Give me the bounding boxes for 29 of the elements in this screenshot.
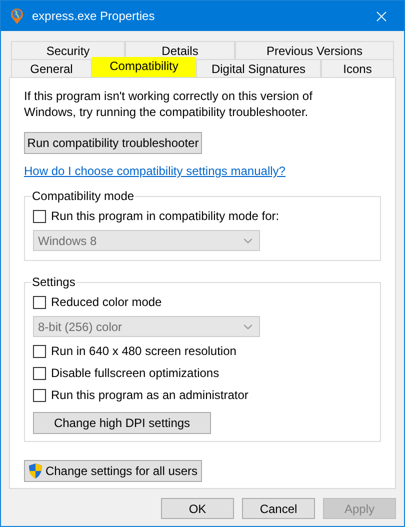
checkbox[interactable] [33,388,46,402]
group-title: Compatibility mode [31,188,136,205]
checkbox[interactable] [33,366,46,380]
tab[interactable]: Digital Signatures [196,59,321,77]
dialog-button[interactable]: Cancel [242,498,315,519]
tab[interactable]: Compatibility [92,57,196,77]
checkbox[interactable] [33,210,46,222]
checkbox-label: Run in 640 x 480 screen resolution [51,343,236,360]
tab[interactable]: General [11,59,92,77]
shield-icon [28,463,44,479]
checkbox-label: Run this program in compatibility mode for: [51,208,280,225]
troubleshooter-button[interactable]: Run compatibility troubleshooter [24,132,202,154]
tab[interactable]: Details [125,41,235,59]
checkbox[interactable] [33,344,46,358]
checkbox[interactable] [33,296,46,308]
checkbox-label: Run this program as an administrator [51,387,248,404]
tab[interactable]: Icons [321,59,394,77]
globe-icon [9,7,25,25]
tab[interactable]: Previous Versions [235,41,394,59]
checkbox-label: Reduced color mode [51,294,162,311]
all-users-button[interactable]: Change settings for all users [24,460,202,482]
group-title: Settings [31,274,76,291]
checkbox-label: Disable fullscreen optimizations [51,365,220,382]
intro-text: If this program isn't working correctly on this version of Windows, try running the compatibility troubleshooter. [24,88,314,120]
window-title: express.exe Properties [32,8,156,25]
dpi-settings-button[interactable]: Change high DPI settings [33,412,211,434]
tab[interactable]: Security [11,41,125,59]
dialog-button[interactable]: OK [161,498,234,519]
help-link[interactable]: How do I choose compatibility settings manually? [24,162,286,180]
